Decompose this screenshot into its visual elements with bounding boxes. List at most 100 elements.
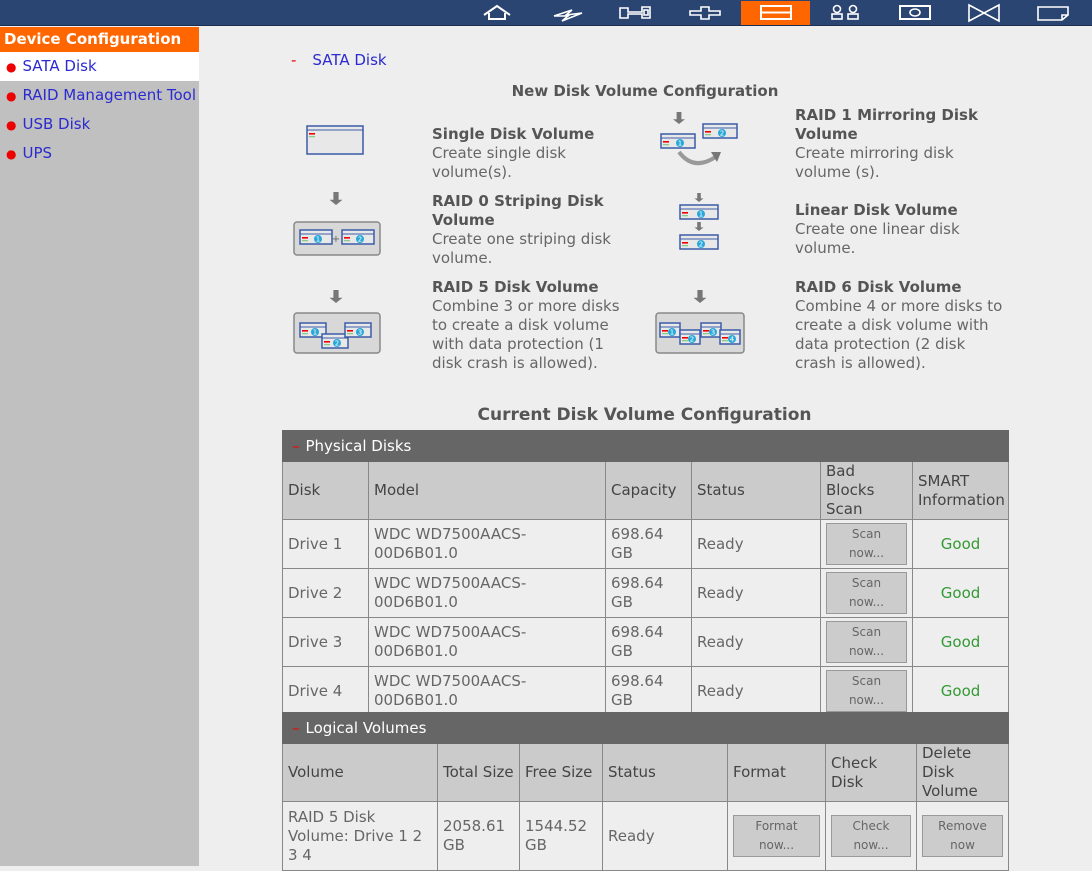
- physical-disks-header[interactable]: – Physical Disks: [281, 430, 1010, 462]
- table-row: Drive 2 WDC WD7500AACS-00D6B01.0 698.64 GB…: [282, 568, 1010, 618]
- raid6-icon[interactable]: 1 2 3 4: [654, 290, 746, 355]
- sidebar-item-label: RAID Management Tool: [22, 86, 197, 104]
- nav-system-button[interactable]: [1018, 1, 1087, 25]
- status-cell: Ready: [691, 519, 821, 569]
- option-title: RAID 0 Striping Disk Volume: [432, 192, 604, 229]
- model-cell: WDC WD7500AACS-00D6B01.0: [368, 666, 606, 716]
- option-desc: Create one linear disk volume.: [795, 220, 960, 257]
- power-icon: [553, 9, 582, 22]
- svg-text:3: 3: [711, 329, 715, 337]
- raid0-striping-icon[interactable]: 1 +2: [292, 192, 382, 257]
- svg-text:+: +: [332, 234, 340, 245]
- sidebar-item-label: USB Disk: [22, 115, 91, 133]
- single-disk-icon[interactable]: [304, 123, 366, 157]
- logical-volumes-header[interactable]: – Logical Volumes: [281, 712, 1010, 744]
- scan-now-button[interactable]: Scan now...: [826, 621, 907, 663]
- nav-services-button[interactable]: [670, 1, 739, 25]
- disk-cell: Drive 3: [282, 617, 369, 667]
- volume-option[interactable]: RAID 0 Striping Disk Volume Create one st…: [432, 192, 632, 268]
- system-icon: [1036, 6, 1069, 21]
- nav-home-button[interactable]: [462, 1, 531, 25]
- column-header: SMART Information: [911, 461, 1010, 520]
- scan-now-button[interactable]: Scan now...: [826, 523, 907, 565]
- raid1-mirror-icon[interactable]: 12: [659, 110, 739, 172]
- linear-disk-icon[interactable]: 12: [677, 193, 722, 258]
- nav-disk-button[interactable]: [741, 1, 810, 25]
- column-header: Volume: [282, 743, 438, 802]
- volume-option[interactable]: Linear Disk Volume Create one linear disk…: [795, 201, 960, 258]
- nav-users-button[interactable]: [810, 1, 879, 25]
- column-header: Status: [602, 743, 728, 802]
- svg-text:2: 2: [335, 340, 339, 348]
- sidebar-item-label: UPS: [22, 144, 53, 162]
- capacity-cell: 698.64 GB: [605, 666, 692, 716]
- status-cell: Ready: [691, 617, 821, 667]
- option-desc: Create single disk volume(s).: [432, 144, 566, 181]
- nav-share-button[interactable]: [949, 1, 1018, 25]
- sidebar-item-ups[interactable]: ● UPS: [0, 139, 199, 168]
- option-title: RAID 5 Disk Volume: [432, 278, 599, 296]
- collapse-dash: -: [291, 51, 297, 69]
- svg-text:2: 2: [690, 336, 694, 344]
- section-title: Logical Volumes: [305, 718, 427, 737]
- column-header: Bad Blocks Scan: [820, 461, 913, 520]
- capacity-cell: 698.64 GB: [605, 519, 692, 569]
- svg-text:4: 4: [730, 336, 735, 344]
- volume-option[interactable]: RAID 5 Disk Volume Combine 3 or more disk…: [432, 278, 637, 373]
- column-header: Model: [368, 461, 606, 520]
- model-cell: WDC WD7500AACS-00D6B01.0: [368, 519, 606, 569]
- scan-now-button[interactable]: Scan now...: [826, 572, 907, 614]
- table-row: RAID 5 Disk Volume: Drive 1 2 3 4 2058.61…: [282, 801, 1010, 871]
- breadcrumb-label[interactable]: SATA Disk: [312, 51, 386, 69]
- services-icon: [688, 6, 721, 20]
- backup-icon: [898, 5, 931, 20]
- scan-now-button[interactable]: Scan now...: [826, 670, 907, 712]
- smart-status[interactable]: Good: [911, 568, 1010, 618]
- option-title: RAID 1 Mirroring Disk Volume: [795, 106, 978, 143]
- check-now-button[interactable]: Check now...: [831, 815, 911, 857]
- network-icon: [618, 6, 651, 19]
- top-nav-bar: [0, 0, 1092, 26]
- option-title: Linear Disk Volume: [795, 201, 958, 219]
- smart-status[interactable]: Good: [911, 666, 1010, 716]
- option-title: Single Disk Volume: [432, 125, 595, 143]
- option-desc: Combine 4 or more disks to create a disk…: [795, 297, 1003, 372]
- disk-cell: Drive 2: [282, 568, 369, 618]
- nav-power-button[interactable]: [532, 1, 601, 25]
- sidebar-item-sata-disk[interactable]: ● SATA Disk: [0, 52, 199, 81]
- column-header: Check Disk: [825, 743, 917, 802]
- new-config-title: New Disk Volume Configuration: [511, 82, 779, 100]
- svg-text:3: 3: [358, 329, 362, 337]
- total-size-cell: 2058.61 GB: [437, 801, 520, 871]
- column-header: Disk: [282, 461, 369, 520]
- disk-icon: [759, 5, 792, 20]
- raid5-icon[interactable]: 1 2 3: [292, 290, 382, 355]
- status-cell: Ready: [602, 801, 728, 871]
- svg-text:2: 2: [358, 236, 362, 244]
- option-title: RAID 6 Disk Volume: [795, 278, 962, 296]
- main-content: - SATA Disk New Disk Volume Configuration…: [199, 27, 1092, 871]
- smart-status[interactable]: Good: [911, 617, 1010, 667]
- capacity-cell: 698.64 GB: [605, 568, 692, 618]
- svg-text:1: 1: [699, 211, 703, 219]
- sidebar-item-raid-management-tool[interactable]: ● RAID Management Tool: [0, 81, 199, 110]
- remove-now-button[interactable]: Remove now: [922, 815, 1004, 857]
- smart-status[interactable]: Good: [911, 519, 1010, 569]
- physical-disks-table: – Physical Disks Disk Model Capacity Status B…: [281, 430, 1010, 716]
- model-cell: WDC WD7500AACS-00D6B01.0: [368, 568, 606, 618]
- volume-option[interactable]: RAID 1 Mirroring Disk Volume Create mirro…: [795, 106, 1010, 182]
- sidebar-item-usb-disk[interactable]: ● USB Disk: [0, 110, 199, 139]
- sidebar-title: Device Configuration: [0, 27, 199, 52]
- logical-volumes-table: – Logical Volumes Volume Total Size Free Si…: [281, 712, 1010, 871]
- breadcrumb: - SATA Disk: [291, 51, 387, 69]
- volume-option[interactable]: RAID 6 Disk Volume Combine 4 or more disk…: [795, 278, 1005, 373]
- nav-network-button[interactable]: [600, 1, 669, 25]
- svg-text:1: 1: [678, 140, 682, 148]
- nav-backup-button[interactable]: [880, 1, 949, 25]
- svg-text:2: 2: [720, 130, 724, 138]
- svg-text:1: 1: [670, 329, 674, 337]
- column-header: Capacity: [605, 461, 692, 520]
- format-now-button[interactable]: Format now...: [733, 815, 820, 857]
- home-icon: [482, 4, 511, 20]
- volume-option[interactable]: Single Disk Volume Create single disk vol…: [432, 125, 642, 182]
